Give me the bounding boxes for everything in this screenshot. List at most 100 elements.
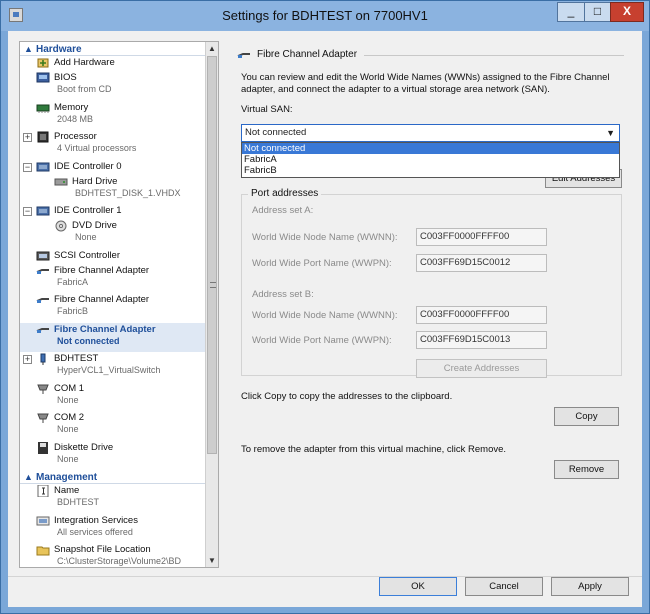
tree-item-subtitle: Boot from CD: [57, 84, 112, 94]
set-a-wwpn-label: World Wide Port Name (WWPN):: [252, 258, 392, 269]
bios-icon: [36, 72, 50, 83]
tree-item-subtitle: FabricB: [57, 306, 89, 316]
expand-icon[interactable]: +: [23, 133, 32, 142]
tree-item-subtitle: C:\ClusterStorage\Volume2\BD: [57, 556, 182, 566]
tree-item-fibre-channel-adapter-selected[interactable]: Fibre Channel Adapter Not connected: [20, 322, 206, 352]
tree-item-processor[interactable]: + Processor 4 Virtual processors: [20, 130, 206, 160]
collapse-tree-icon[interactable]: −: [23, 207, 32, 216]
snapshot-folder-icon: [36, 546, 50, 556]
tree-item-label: Memory: [54, 101, 89, 113]
tree-item-subtitle: None: [57, 394, 79, 405]
minimize-button[interactable]: _: [557, 2, 585, 22]
virtual-san-options-list[interactable]: Not connected FabricA FabricB: [241, 142, 620, 178]
virtual-san-label: Virtual SAN:: [241, 104, 293, 115]
collapse-tree-icon[interactable]: −: [23, 162, 32, 172]
create-addresses-button[interactable]: Create Addresses: [416, 359, 547, 378]
tree-item-label: Name: [54, 485, 80, 496]
close-button[interactable]: X: [610, 2, 644, 22]
description-line-2: adapter, and connect the adapter to a vi…: [241, 84, 550, 95]
port-addresses-label: Port addresses: [248, 188, 322, 199]
set-a-wwpn-field[interactable]: C003FF69D15C0012: [416, 254, 547, 272]
ok-button[interactable]: OK: [379, 577, 457, 596]
tree-item-bios[interactable]: BIOS Boot from CD: [20, 71, 206, 101]
maximize-button[interactable]: □: [584, 2, 611, 22]
tree-item-subtitle: FabricA: [57, 276, 89, 287]
virtual-san-option[interactable]: Not connected: [242, 143, 619, 154]
hardware-section-header[interactable]: ▲ Hardware: [20, 42, 206, 56]
address-set-b-label: Address set B:: [252, 289, 314, 300]
tree-item-label: Snapshot File Location: [54, 544, 151, 555]
tree-item-com-2[interactable]: COM 2 None: [20, 411, 206, 441]
remove-button[interactable]: Remove: [554, 460, 619, 479]
tree-item-snapshot-file-location[interactable]: Snapshot File Location C:\ClusterStorage…: [20, 543, 206, 567]
tree-item-add-hardware[interactable]: Add Hardware: [20, 56, 206, 71]
processor-icon: [37, 131, 49, 143]
tree-item-memory[interactable]: Memory 2048 MB: [20, 101, 206, 131]
set-b-wwpn-field[interactable]: C003FF69D15C0013: [416, 331, 547, 349]
tree-item-ide-controller-0[interactable]: − IDE Controller 0: [20, 160, 206, 175]
tree-item-subtitle: None: [57, 424, 79, 434]
tree-item-hard-drive[interactable]: Hard Drive BDHTEST_DISK_1.VHDX: [20, 175, 206, 205]
tree-item-label: Fibre Channel Adapter: [54, 323, 156, 335]
footer-divider: [8, 576, 642, 577]
title-bar[interactable]: Settings for BDHTEST on 7700HV1 _ □ X: [1, 1, 649, 31]
remove-instruction: To remove the adapter from this virtual …: [241, 444, 507, 455]
virtual-san-select[interactable]: Not connected ▼: [241, 124, 620, 142]
tree-item-com-1[interactable]: COM 1 None: [20, 382, 206, 412]
tree-item-subtitle: HyperVCL1_VirtualSwitch: [57, 365, 161, 375]
virtual-san-option[interactable]: FabricA: [242, 154, 619, 165]
tree-item-label: Fibre Channel Adapter: [54, 264, 150, 276]
tree-item-ide-controller-1[interactable]: − IDE Controller 1: [20, 204, 206, 219]
dialog-client-area: ▲ Hardware Add Hardware BIOS Boot from CD…: [8, 31, 642, 607]
ide-controller-icon: [36, 206, 50, 216]
address-set-a-label: Address set A:: [252, 205, 314, 216]
hardware-header-label: Hardware: [36, 44, 82, 55]
scroll-grip-icon: [210, 282, 216, 288]
tree-item-label: Fibre Channel Adapter: [54, 294, 150, 305]
expand-icon[interactable]: +: [23, 355, 32, 364]
scroll-down-icon[interactable]: ▼: [206, 554, 218, 567]
details-pane: Fibre Channel Adapter You can review and…: [231, 41, 634, 568]
tree-item-fibre-channel-adapter-a[interactable]: Fibre Channel Adapter FabricA: [20, 264, 206, 294]
virtual-san-option[interactable]: FabricB: [242, 165, 619, 176]
management-section-header[interactable]: ▲ Management: [20, 470, 206, 484]
tree-item-name[interactable]: Name BDHTEST: [20, 484, 206, 514]
tree-item-scsi-controller[interactable]: SCSI Controller: [20, 249, 206, 264]
tree-item-label: Integration Services: [54, 514, 138, 526]
apply-button[interactable]: Apply: [551, 577, 629, 596]
tree-item-fibre-channel-adapter-b[interactable]: Fibre Channel Adapter FabricB: [20, 293, 206, 323]
set-b-wwpn-label: World Wide Port Name (WWPN):: [252, 335, 392, 346]
set-b-wwnn-field[interactable]: C003FF0000FFFF00: [416, 306, 547, 324]
tree-item-diskette-drive[interactable]: Diskette Drive None: [20, 441, 206, 471]
tree-item-network-adapter[interactable]: + BDHTEST HyperVCL1_VirtualSwitch: [20, 352, 206, 382]
fibre-channel-icon: [36, 298, 49, 303]
tree-item-label: BDHTEST: [54, 353, 99, 364]
tree-item-dvd-drive[interactable]: DVD Drive None: [20, 219, 206, 249]
description-line-1: You can review and edit the World Wide N…: [241, 72, 610, 83]
scrollbar-thumb[interactable]: [207, 56, 217, 454]
tree-item-subtitle: 2048 MB: [57, 113, 94, 124]
collapse-icon: ▲: [24, 472, 33, 482]
ide-controller-icon: [36, 162, 50, 171]
tree-item-label: IDE Controller 1: [54, 205, 122, 216]
tree-scrollbar[interactable]: ▲ ▼: [205, 42, 218, 567]
set-a-wwnn-field[interactable]: C003FF0000FFFF00: [416, 228, 547, 246]
window-title: Settings for BDHTEST on 7700HV1: [222, 8, 428, 23]
copy-instruction: Click Copy to copy the addresses to the …: [241, 391, 453, 402]
set-b-wwnn-label: World Wide Node Name (WWNN):: [252, 310, 398, 321]
memory-icon: [36, 104, 50, 113]
cancel-button[interactable]: Cancel: [465, 577, 543, 596]
chevron-down-icon[interactable]: ▼: [606, 125, 615, 141]
tree-item-integration-services[interactable]: Integration Services All services offere…: [20, 514, 206, 544]
fibre-channel-icon: [36, 327, 49, 333]
fibre-channel-icon: [237, 53, 250, 58]
diskette-icon: [38, 441, 48, 454]
scroll-up-icon[interactable]: ▲: [206, 42, 218, 55]
dvd-drive-icon: [55, 220, 67, 232]
tree-item-label: SCSI Controller: [54, 249, 120, 261]
copy-button[interactable]: Copy: [554, 407, 619, 426]
name-icon: [37, 485, 49, 497]
tree-item-label: BIOS: [54, 72, 77, 83]
title-divider: [364, 55, 624, 56]
port-addresses-group: Port addresses Address set A: World Wide…: [241, 188, 622, 378]
